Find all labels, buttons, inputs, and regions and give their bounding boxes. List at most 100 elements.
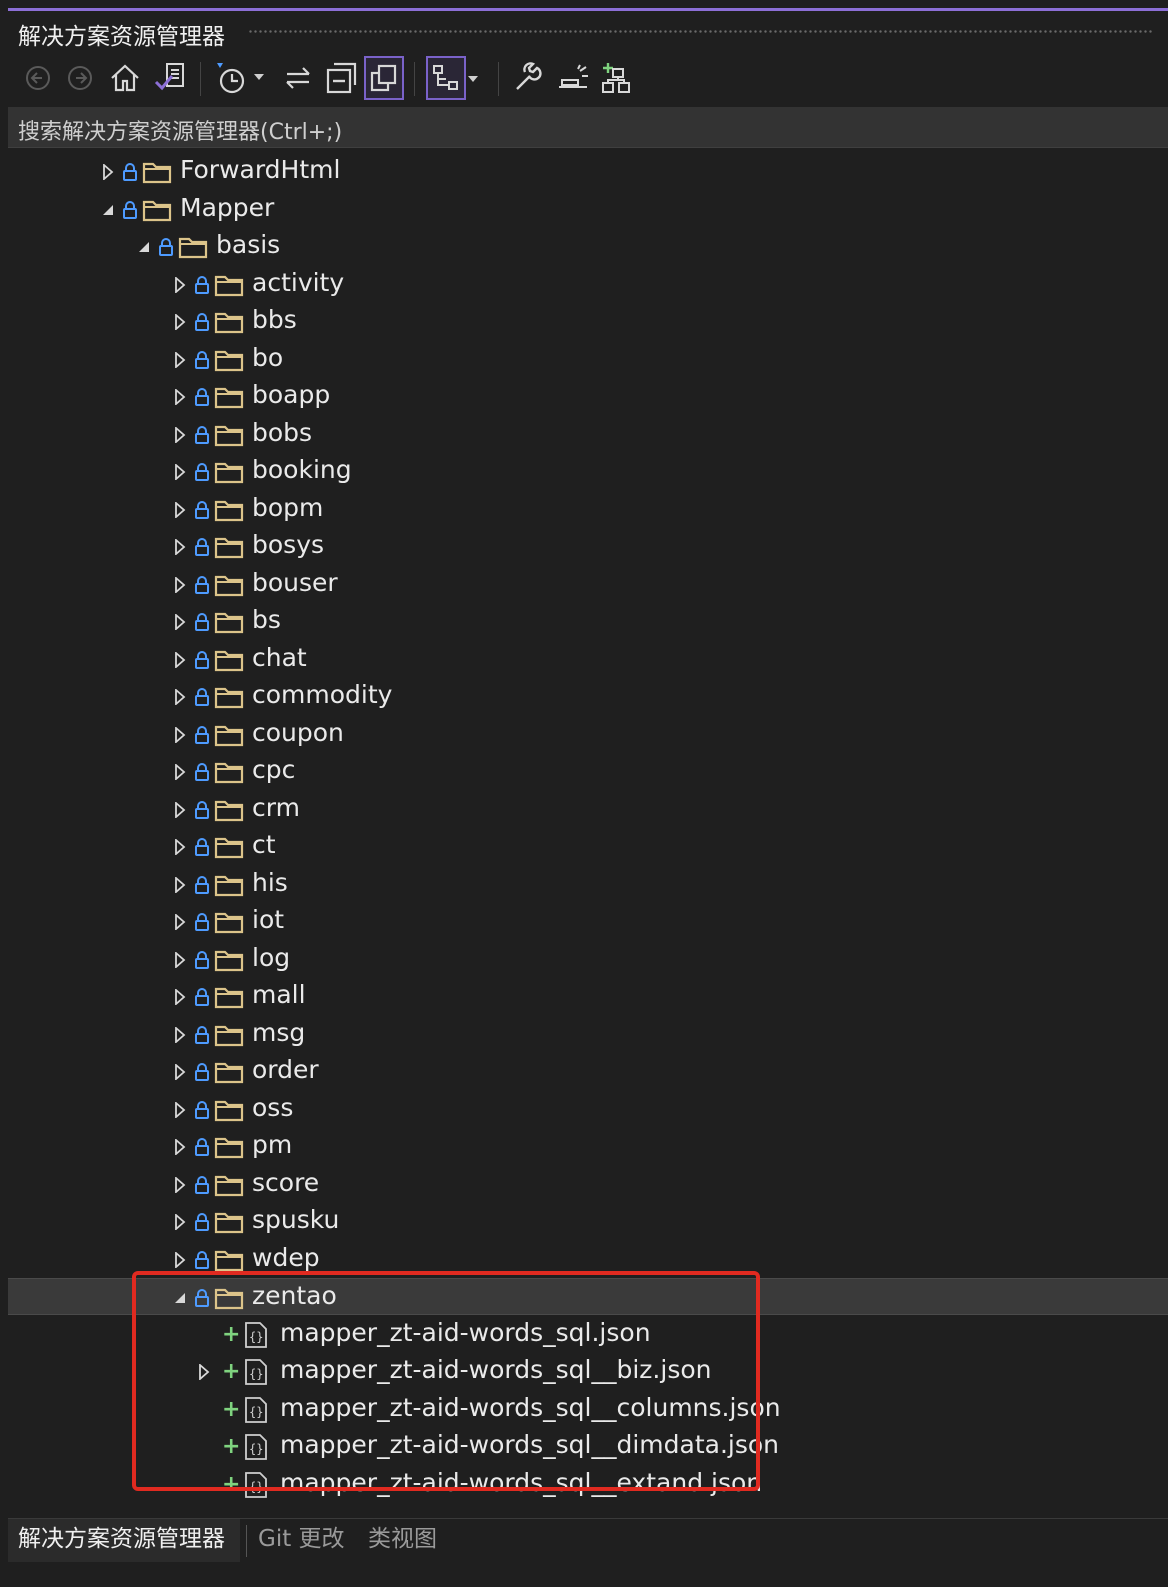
triangle-right-icon <box>175 988 186 1006</box>
lock-icon <box>194 425 210 444</box>
collapsed-arrow-icon[interactable] <box>100 163 116 181</box>
folder-row[interactable]: coupon <box>8 716 1168 753</box>
collapsed-arrow-icon[interactable] <box>172 725 188 744</box>
tab-class-view[interactable]: 类视图 <box>364 1519 441 1562</box>
collapsed-arrow-icon[interactable] <box>172 800 188 819</box>
folder-row[interactable]: bouser <box>8 566 1168 603</box>
back-button[interactable] <box>18 56 58 100</box>
git-added-icon: + <box>222 1434 241 1459</box>
lock-icon <box>194 1100 210 1119</box>
collapsed-arrow-icon[interactable] <box>172 1100 188 1119</box>
collapsed-arrow-icon[interactable] <box>172 1250 188 1269</box>
search-box[interactable]: 搜索解决方案资源管理器(Ctrl+;) <box>8 107 1168 148</box>
collapsed-arrow-icon[interactable] <box>172 500 188 519</box>
view-hierarchy-button[interactable] <box>426 56 478 100</box>
collapsed-arrow-icon[interactable] <box>172 350 188 369</box>
collapsed-arrow-icon[interactable] <box>172 313 188 331</box>
expanded-arrow-icon[interactable] <box>172 1290 188 1306</box>
folder-row[interactable]: chat <box>8 641 1168 678</box>
collapsed-arrow-icon[interactable] <box>172 988 188 1006</box>
collapsed-arrow-icon[interactable] <box>172 1138 188 1156</box>
collapsed-arrow-icon[interactable] <box>172 425 188 444</box>
folder-row[interactable]: mall <box>8 978 1168 1015</box>
collapsed-arrow-icon[interactable] <box>172 1063 188 1081</box>
tab-solution-explorer[interactable]: 解决方案资源管理器 <box>8 1519 240 1562</box>
drag-grip[interactable] <box>248 29 1154 35</box>
folder-label: log <box>252 942 291 972</box>
home-button[interactable] <box>105 56 145 100</box>
folder-row[interactable]: his <box>8 866 1168 903</box>
collapsed-arrow-icon[interactable] <box>172 1025 188 1044</box>
folder-row[interactable]: bbs <box>8 303 1168 340</box>
folder-row[interactable]: bobs <box>8 416 1168 453</box>
folder-row[interactable]: Mapper <box>8 191 1168 228</box>
properties-button[interactable] <box>508 56 548 100</box>
folder-row[interactable]: score <box>8 1166 1168 1203</box>
folder-row[interactable]: commodity <box>8 678 1168 715</box>
folder-row[interactable]: booking <box>8 453 1168 490</box>
collapsed-arrow-icon[interactable] <box>172 688 188 706</box>
collapsed-arrow-icon[interactable] <box>172 463 188 481</box>
collapsed-arrow-icon[interactable] <box>172 613 188 631</box>
file-row[interactable]: + {} mapper_zt-aid-words_sql__columns.json <box>8 1391 1168 1428</box>
lock-icon <box>194 763 210 781</box>
folder-row[interactable]: ct <box>8 828 1168 865</box>
collapsed-arrow-icon[interactable] <box>172 950 188 969</box>
lock-icon <box>194 838 210 856</box>
folder-row[interactable]: oss <box>8 1091 1168 1128</box>
folder-row[interactable]: bopm <box>8 491 1168 528</box>
folder-row[interactable]: msg <box>8 1016 1168 1053</box>
new-solution-explorer-button[interactable] <box>596 56 636 100</box>
collapsed-arrow-icon[interactable] <box>172 913 188 931</box>
chevron-down-icon[interactable] <box>254 74 264 80</box>
collapsed-arrow-icon[interactable] <box>172 388 188 406</box>
pending-changes-filter-button[interactable] <box>210 56 264 100</box>
file-row[interactable]: + {} mapper_zt-aid-words_sql__extand.json <box>8 1466 1168 1503</box>
collapsed-arrow-icon[interactable] <box>172 1175 188 1194</box>
collapsed-arrow-icon[interactable] <box>172 275 188 294</box>
folder-row[interactable]: basis <box>8 228 1168 265</box>
preview-selected-button[interactable] <box>553 56 593 100</box>
chevron-down-icon[interactable] <box>468 76 478 82</box>
tab-git-changes[interactable]: Git 更改 <box>254 1519 349 1562</box>
collapsed-arrow-icon[interactable] <box>172 1213 188 1231</box>
folder-row[interactable]: wdep <box>8 1241 1168 1278</box>
collapsed-arrow-icon[interactable] <box>172 838 188 856</box>
file-row[interactable]: + {} mapper_zt-aid-words_sql__biz.json <box>8 1353 1168 1390</box>
solution-tree[interactable]: ForwardHtml Mapper basis activity bbs bo boapp… <box>8 148 1168 1518</box>
search-input[interactable]: 搜索解决方案资源管理器(Ctrl+;) <box>18 114 342 146</box>
collapsed-arrow-icon[interactable] <box>172 875 188 894</box>
expanded-arrow-icon[interactable] <box>136 239 152 255</box>
folder-row[interactable]: activity <box>8 266 1168 303</box>
folder-row[interactable]: spusku <box>8 1203 1168 1240</box>
folder-row[interactable]: zentao <box>8 1278 1168 1315</box>
folder-row[interactable]: crm <box>8 791 1168 828</box>
folder-row[interactable]: iot <box>8 903 1168 940</box>
collapse-all-button[interactable] <box>321 56 361 100</box>
collapsed-arrow-icon[interactable] <box>172 650 188 669</box>
folder-row[interactable]: ForwardHtml <box>8 153 1168 190</box>
collapsed-arrow-icon[interactable] <box>172 575 188 594</box>
file-row[interactable]: + {} mapper_zt-aid-words_sql__dimdata.json <box>8 1428 1168 1465</box>
forward-button[interactable] <box>60 56 100 100</box>
folder-row[interactable]: bosys <box>8 528 1168 565</box>
expanded-arrow-icon[interactable] <box>100 202 116 218</box>
lock-icon <box>194 275 210 294</box>
sync-with-document-button[interactable] <box>278 56 318 100</box>
show-all-files-button[interactable] <box>364 56 404 100</box>
folder-row[interactable]: order <box>8 1053 1168 1090</box>
folder-row[interactable]: pm <box>8 1128 1168 1165</box>
padlock-icon <box>195 650 209 669</box>
folder-row[interactable]: boapp <box>8 378 1168 415</box>
folder-row[interactable]: bo <box>8 341 1168 378</box>
folder-label: ForwardHtml <box>180 155 341 184</box>
collapsed-arrow-icon[interactable] <box>172 538 188 556</box>
folder-row[interactable]: bs <box>8 603 1168 640</box>
file-row[interactable]: + {} mapper_zt-aid-words_sql.json <box>8 1316 1168 1353</box>
folder-row[interactable]: log <box>8 941 1168 978</box>
title-bar[interactable]: 解决方案资源管理器 <box>8 11 1168 51</box>
folder-row[interactable]: cpc <box>8 753 1168 790</box>
switch-views-button[interactable] <box>150 56 190 100</box>
collapsed-arrow-icon[interactable] <box>196 1363 212 1381</box>
collapsed-arrow-icon[interactable] <box>172 763 188 781</box>
